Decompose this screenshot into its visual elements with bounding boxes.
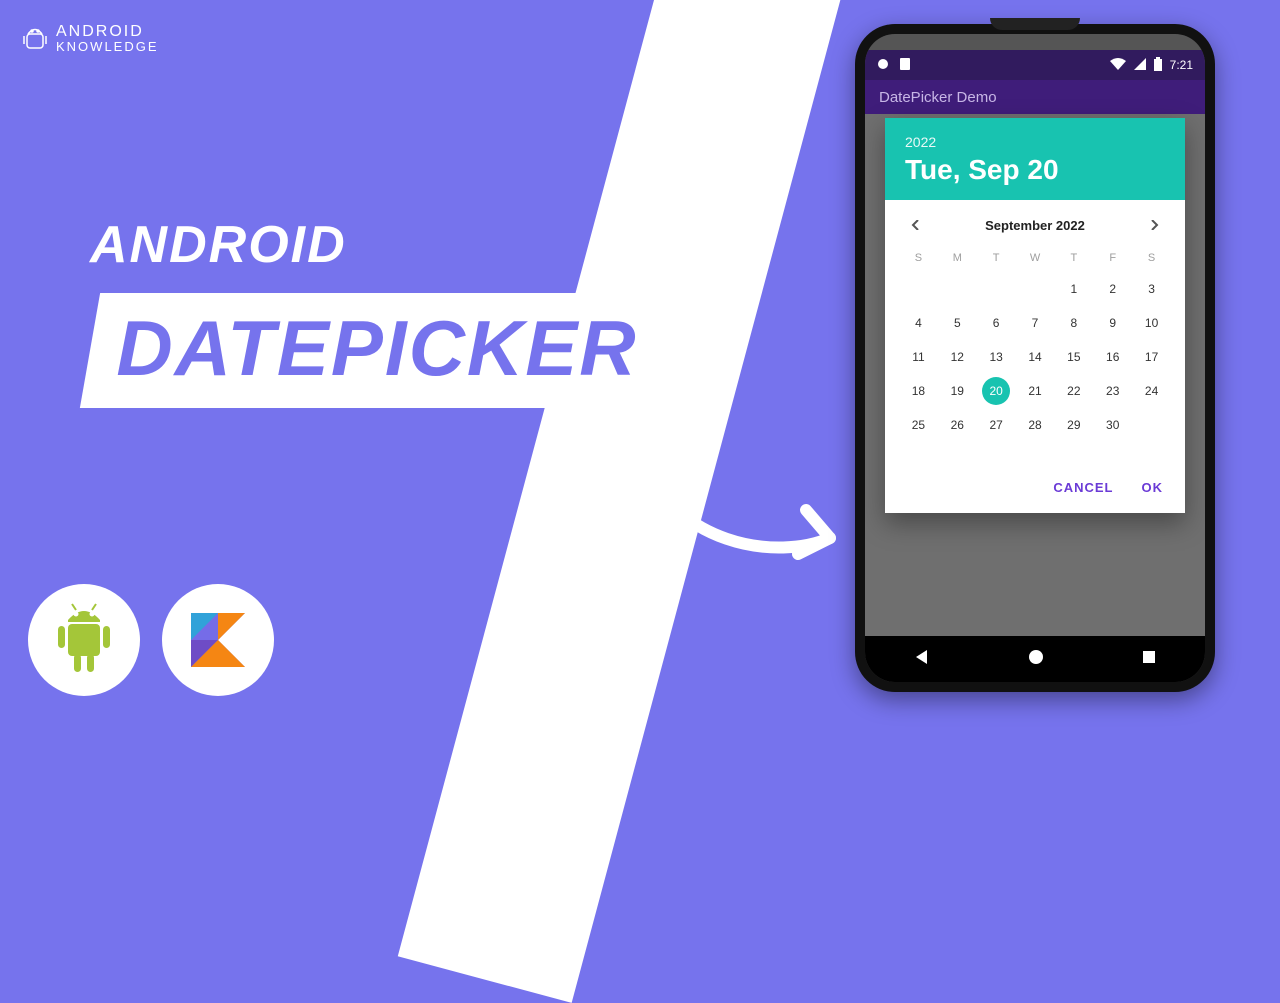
- android-nav-bar: [865, 636, 1205, 682]
- app-bar: DatePicker Demo: [865, 80, 1205, 114]
- wifi-icon: [1110, 58, 1126, 73]
- phone-speaker: [990, 18, 1080, 30]
- datepicker-day[interactable]: 9: [1093, 306, 1132, 340]
- datepicker-day[interactable]: 20: [977, 374, 1016, 408]
- datepicker-dow: T: [1054, 246, 1093, 272]
- datepicker-day[interactable]: 15: [1054, 340, 1093, 374]
- phone-frame: 7:21 DatePicker Demo 2022 Tue, Sep 20 Se…: [855, 24, 1215, 692]
- datepicker-year[interactable]: 2022: [905, 134, 1165, 150]
- datepicker-day[interactable]: 24: [1132, 374, 1171, 408]
- datepicker-day[interactable]: 19: [938, 374, 977, 408]
- datepicker-day-empty: [1132, 408, 1171, 442]
- status-time: 7:21: [1170, 58, 1193, 72]
- nav-recent-button[interactable]: [1141, 649, 1157, 670]
- datepicker-day[interactable]: 6: [977, 306, 1016, 340]
- android-badge: [28, 584, 140, 696]
- datepicker-day[interactable]: 30: [1093, 408, 1132, 442]
- android-knowledge-icon: [22, 22, 48, 54]
- datepicker-day[interactable]: 27: [977, 408, 1016, 442]
- signal-icon: [1134, 58, 1146, 73]
- brand-line2: KNOWLEDGE: [56, 40, 159, 53]
- android-icon: [50, 600, 118, 680]
- datepicker-dialog: 2022 Tue, Sep 20 September 2022 SMTWTFS1…: [885, 118, 1185, 513]
- battery-icon: [1154, 57, 1162, 74]
- datepicker-day[interactable]: 26: [938, 408, 977, 442]
- datepicker-day[interactable]: 28: [1016, 408, 1055, 442]
- status-card-icon: [899, 57, 911, 74]
- datepicker-day[interactable]: 8: [1054, 306, 1093, 340]
- datepicker-day[interactable]: 1: [1054, 272, 1093, 306]
- datepicker-day[interactable]: 23: [1093, 374, 1132, 408]
- nav-home-button[interactable]: [1027, 648, 1045, 671]
- title-datepicker-wrap: DATEPICKER: [80, 293, 674, 408]
- datepicker-day[interactable]: 5: [938, 306, 977, 340]
- title-datepicker: DATEPICKER: [116, 303, 637, 394]
- datepicker-day[interactable]: 4: [899, 306, 938, 340]
- datepicker-dow: F: [1093, 246, 1132, 272]
- kotlin-badge: [162, 584, 274, 696]
- datepicker-day[interactable]: 11: [899, 340, 938, 374]
- datepicker-dow: S: [1132, 246, 1171, 272]
- datepicker-day[interactable]: 3: [1132, 272, 1171, 306]
- prev-month-button[interactable]: [905, 214, 927, 236]
- datepicker-day-empty: [1016, 272, 1055, 306]
- datepicker-month-label[interactable]: September 2022: [985, 218, 1085, 233]
- tech-badges: [28, 584, 274, 696]
- next-month-button[interactable]: [1143, 214, 1165, 236]
- datepicker-dow: M: [938, 246, 977, 272]
- app-bar-title: DatePicker Demo: [879, 89, 997, 106]
- datepicker-day[interactable]: 29: [1054, 408, 1093, 442]
- title-android: ANDROID: [90, 215, 663, 275]
- datepicker-day[interactable]: 2: [1093, 272, 1132, 306]
- datepicker-day[interactable]: 25: [899, 408, 938, 442]
- datepicker-day[interactable]: 16: [1093, 340, 1132, 374]
- datepicker-actions: CANCEL OK: [885, 450, 1185, 513]
- datepicker-selected-date[interactable]: Tue, Sep 20: [905, 154, 1165, 186]
- datepicker-header: 2022 Tue, Sep 20: [885, 118, 1185, 200]
- datepicker-dow: W: [1016, 246, 1055, 272]
- cancel-button[interactable]: CANCEL: [1053, 480, 1113, 495]
- datepicker-day[interactable]: 12: [938, 340, 977, 374]
- datepicker-day[interactable]: 10: [1132, 306, 1171, 340]
- ok-button[interactable]: OK: [1142, 480, 1164, 495]
- datepicker-grid: SMTWTFS123456789101112131415161718192021…: [885, 246, 1185, 450]
- brand-logo: ANDROID KNOWLEDGE: [22, 22, 159, 54]
- nav-back-button[interactable]: [913, 648, 931, 671]
- dialog-scrim[interactable]: 2022 Tue, Sep 20 September 2022 SMTWTFS1…: [865, 114, 1205, 636]
- datepicker-day[interactable]: 21: [1016, 374, 1055, 408]
- datepicker-dow: S: [899, 246, 938, 272]
- status-bar: 7:21: [865, 50, 1205, 80]
- arrow-icon: [620, 430, 860, 585]
- datepicker-day[interactable]: 7: [1016, 306, 1055, 340]
- datepicker-day[interactable]: 22: [1054, 374, 1093, 408]
- datepicker-day[interactable]: 14: [1016, 340, 1055, 374]
- kotlin-icon: [185, 607, 251, 673]
- status-dot-icon: [877, 58, 889, 73]
- datepicker-day[interactable]: 17: [1132, 340, 1171, 374]
- brand-line1: ANDROID: [56, 24, 159, 40]
- datepicker-month-row: September 2022: [885, 200, 1185, 246]
- datepicker-day-empty: [899, 272, 938, 306]
- phone-screen: 7:21 DatePicker Demo 2022 Tue, Sep 20 Se…: [865, 34, 1205, 682]
- datepicker-day[interactable]: 13: [977, 340, 1016, 374]
- datepicker-day-empty: [977, 272, 1016, 306]
- datepicker-day[interactable]: 18: [899, 374, 938, 408]
- datepicker-day-empty: [938, 272, 977, 306]
- datepicker-dow: T: [977, 246, 1016, 272]
- title-block: ANDROID DATEPICKER: [90, 215, 663, 408]
